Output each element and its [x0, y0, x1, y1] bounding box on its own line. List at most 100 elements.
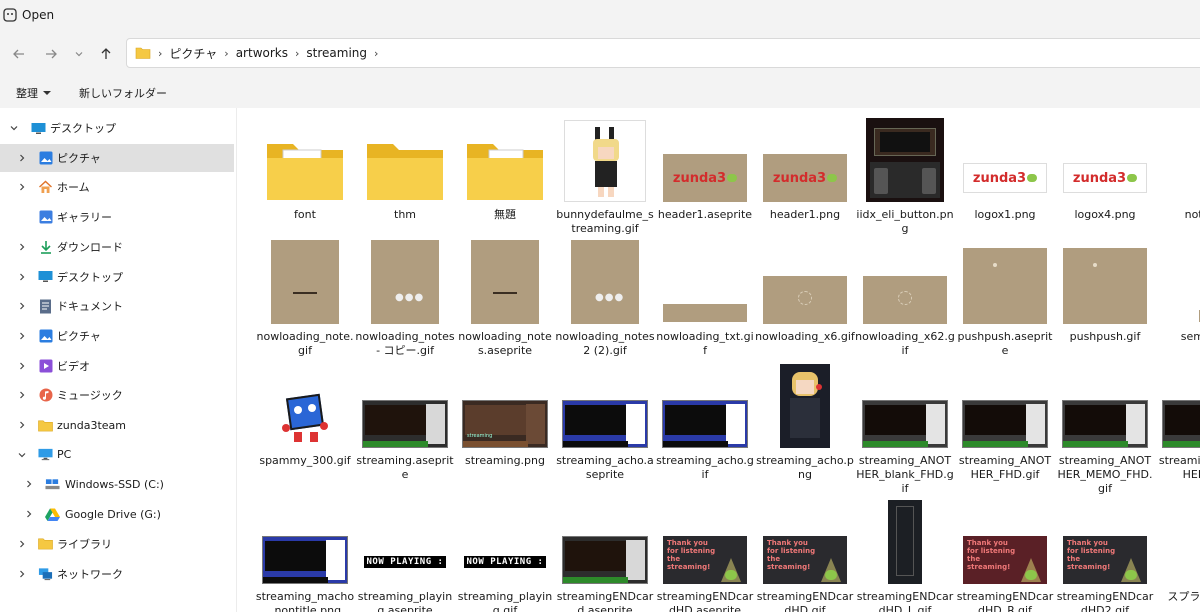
chevron-down-icon[interactable] [17, 450, 27, 460]
chevron-right-icon[interactable] [24, 479, 34, 489]
file-tile[interactable]: bunnydefaulme_streaming.gif [555, 112, 655, 236]
file-tile[interactable]: streaming_acho.gif [655, 358, 755, 482]
breadcrumb-artworks[interactable]: artworks [236, 46, 288, 60]
file-tile[interactable]: streaming.aseprite [355, 358, 455, 482]
file-tile[interactable]: streaming_ANOTHER_ME [1155, 358, 1200, 482]
chevron-right-icon[interactable] [17, 301, 27, 311]
file-tile[interactable]: semura2 [1155, 234, 1200, 358]
file-tile[interactable]: streaming_acho.aseprite [555, 358, 655, 482]
chevron-right-icon[interactable] [17, 153, 27, 163]
file-tile[interactable]: nowloading_txt.gif [655, 234, 755, 358]
file-tile[interactable]: ●●● nowloading_notes - コピー.gif [355, 234, 455, 358]
sidebar-item-label: PC [57, 448, 72, 462]
file-tile[interactable]: Thank you for listening the streaming! s… [955, 494, 1055, 612]
recent-locations-button[interactable] [69, 44, 89, 64]
file-tile[interactable]: streaming_ANOTHER_MEMO_FHD.gif [1055, 358, 1155, 495]
breadcrumb-separator[interactable]: › [374, 47, 378, 60]
sidebar-item-0[interactable]: デスクトップ [0, 114, 236, 142]
file-tile[interactable]: pushpush.aseprite [955, 234, 1055, 358]
breadcrumb-separator: › [224, 46, 229, 60]
file-tile[interactable]: notes.a [1155, 112, 1200, 236]
file-tile[interactable]: nowloading_note.gif [255, 234, 355, 358]
image-thumbnail [555, 112, 655, 202]
file-tile[interactable]: nowloading_notes.aseprite [455, 234, 555, 358]
sidebar-item-1[interactable]: ピクチャ [0, 143, 234, 172]
image-thumbnail [255, 234, 355, 324]
file-tile[interactable]: nowloading_x6.gif [755, 234, 855, 358]
file-tile[interactable]: streaming_acho.png [755, 358, 855, 482]
file-tile[interactable]: Thank you for listening the streaming! s… [755, 494, 855, 612]
file-tile[interactable]: NOW PLAYING : streaming_playing.gif [455, 494, 555, 612]
folder-thumbnail: A [255, 112, 355, 202]
address-bar[interactable]: › ピクチャ › artworks › streaming › [126, 38, 1200, 68]
file-name: streaming_acho.png [756, 454, 854, 481]
chevron-right-icon[interactable] [17, 331, 27, 341]
chevron-right-icon[interactable] [24, 509, 34, 519]
sidebar-item-4[interactable]: ダウンロード [0, 233, 236, 261]
file-tile[interactable]: streamingENDcard.aseprite [555, 494, 655, 612]
file-tile[interactable]: zunda3 header1.png [755, 112, 855, 236]
chevron-right-icon[interactable] [17, 390, 27, 400]
file-tile[interactable]: zunda3 logox4.png [1055, 112, 1155, 236]
file-tile[interactable]: streaming_ANOTHER_blank_FHD.gif [855, 358, 955, 495]
sidebar-item-10[interactable]: zunda3team [0, 411, 236, 439]
breadcrumb-streaming[interactable]: streaming [306, 46, 367, 60]
file-tile[interactable]: streaming_ANOTHER_FHD.gif [955, 358, 1055, 482]
sidebar-item-3[interactable]: ギャラリー [0, 203, 236, 231]
chevron-right-icon[interactable] [17, 569, 27, 579]
sidebar-item-11[interactable]: PC [0, 441, 236, 469]
chevron-right-icon[interactable] [17, 272, 27, 282]
file-tile[interactable]: Thank you for listening the streaming! s… [1055, 494, 1155, 612]
file-name: font [294, 208, 316, 221]
file-tile[interactable]: pushpush.gif [1055, 234, 1155, 358]
chevron-right-icon[interactable] [17, 539, 27, 549]
file-tile[interactable]: iidx_eli_button.png [855, 112, 955, 236]
chevron-right-icon[interactable] [17, 420, 27, 430]
sidebar-item-5[interactable]: デスクトップ [0, 263, 236, 291]
file-tile[interactable]: zunda3 logox1.png [955, 112, 1055, 236]
breadcrumb-pictures[interactable]: ピクチャ [169, 45, 217, 62]
forward-button[interactable] [41, 44, 61, 64]
new-folder-button[interactable]: 新しいフォルダー [79, 85, 167, 101]
sidebar-item-label: ネットワーク [57, 567, 123, 581]
file-tile[interactable]: A font [255, 112, 355, 236]
sidebar-item-12[interactable]: Windows-SSD (C:) [0, 470, 236, 498]
chevron-right-icon[interactable] [17, 361, 27, 371]
chevron-right-icon[interactable] [17, 242, 27, 252]
sidebar-item-2[interactable]: ホーム [0, 173, 236, 201]
sidebar-item-15[interactable]: ネットワーク [0, 560, 236, 588]
breadcrumb-separator: › [295, 46, 300, 60]
pictures-icon [38, 150, 53, 165]
file-name: streaming_ANOTHER_FHD.gif [958, 454, 1052, 481]
sidebar-item-8[interactable]: ビデオ [0, 352, 236, 380]
file-tile[interactable]: NOW PLAYING : streaming_playing.aseprite [355, 494, 455, 612]
sidebar-item-6[interactable]: ドキュメント [0, 292, 236, 320]
command-bar: 整理 新しいフォルダー [0, 78, 1200, 108]
file-tile[interactable]: スプラ-0001.a [1155, 494, 1200, 612]
arrow-right-icon [46, 49, 57, 59]
file-tile[interactable]: 無題 [455, 112, 555, 236]
file-tile[interactable]: streamingENDcardHD_L.gif [855, 494, 955, 612]
title-bar: Open [0, 0, 1200, 30]
file-tile[interactable]: streaming_macho_nontitle.png [255, 494, 355, 612]
file-tile[interactable]: Thank you for listening the streaming! s… [655, 494, 755, 612]
file-tile[interactable]: spammy_300.gif [255, 358, 355, 482]
sidebar-item-9[interactable]: ミュージック [0, 381, 236, 409]
sidebar-item-7[interactable]: ピクチャ [0, 322, 236, 350]
back-button[interactable] [9, 44, 29, 64]
image-thumbnail [555, 494, 655, 584]
desktop-icon [31, 121, 46, 136]
organize-button[interactable]: 整理 [16, 85, 51, 101]
chevron-down-icon[interactable] [9, 123, 19, 133]
file-tile[interactable]: zunda3 header1.aseprite [655, 112, 755, 236]
chevron-right-icon[interactable] [17, 182, 27, 192]
file-tile[interactable]: thm [355, 112, 455, 236]
sidebar-item-14[interactable]: ライブラリ [0, 530, 236, 558]
file-name: streaming_macho_nontitle.png [255, 590, 355, 612]
image-thumbnail [1155, 234, 1200, 324]
file-tile[interactable]: nowloading_x62.gif [855, 234, 955, 358]
file-tile[interactable]: streaming streaming.png [455, 358, 555, 482]
file-tile[interactable]: ●●● nowloading_notes2 (2).gif [555, 234, 655, 358]
up-button[interactable] [96, 44, 116, 64]
sidebar-item-13[interactable]: Google Drive (G:) [0, 500, 236, 528]
